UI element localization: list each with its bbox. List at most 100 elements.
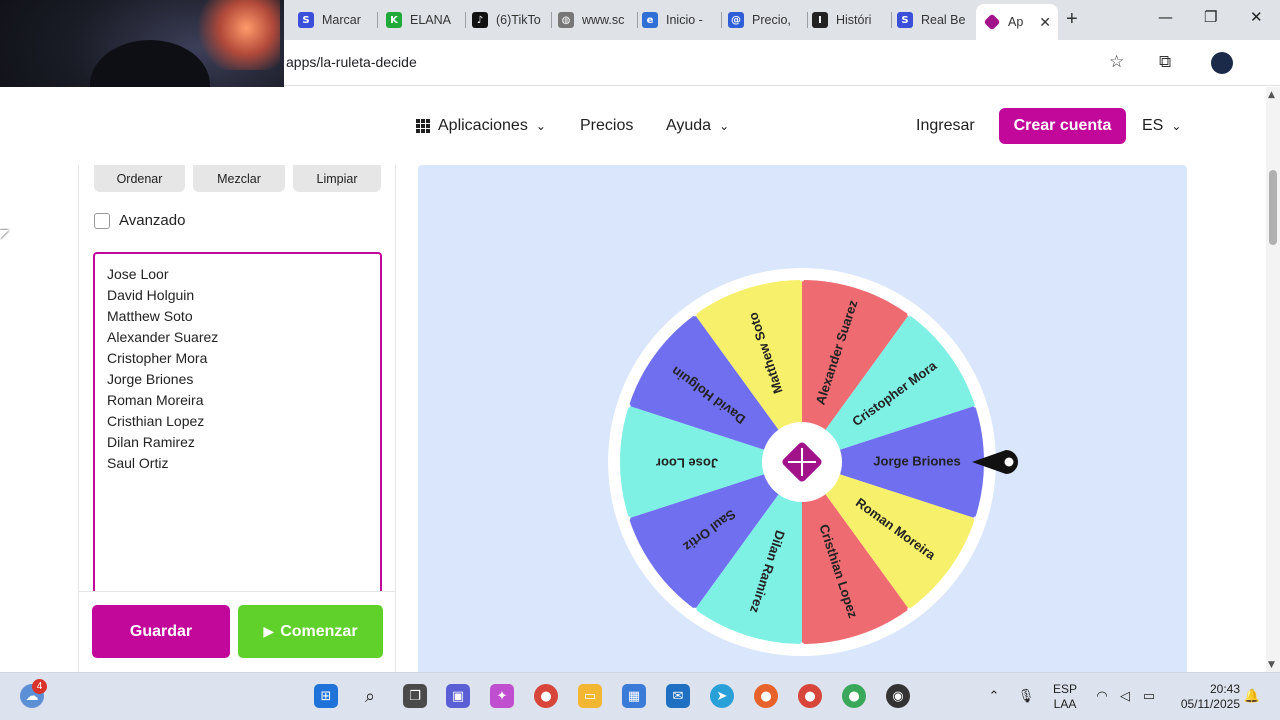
- advanced-toggle[interactable]: Avanzado: [94, 212, 185, 229]
- nav-apps[interactable]: Aplicaciones ⌄: [416, 117, 546, 135]
- chat-icon[interactable]: ▣: [446, 684, 470, 708]
- tab-favicon-icon: @: [728, 12, 744, 28]
- profile-avatar[interactable]: [1211, 52, 1233, 74]
- minimize-icon[interactable]: —: [1158, 8, 1173, 26]
- windows-start-icon[interactable]: ⊞: [314, 684, 338, 708]
- site-header: Aplicaciones ⌄ Precios Ayuda ⌄ Ingresar …: [0, 87, 1266, 165]
- nav-help[interactable]: Ayuda ⌄: [666, 117, 729, 135]
- tab-separator: [551, 12, 552, 28]
- browser-tab[interactable]: S Real Be: [897, 6, 977, 34]
- restore-icon[interactable]: ❐: [1204, 8, 1217, 26]
- wheel-segment-label: Jose Loor: [656, 456, 718, 471]
- tab-separator: [721, 12, 722, 28]
- play-icon: ▶: [263, 623, 275, 640]
- advanced-checkbox[interactable]: [94, 212, 110, 229]
- tab-separator: [891, 12, 892, 28]
- tab-label: ELANA: [410, 13, 451, 27]
- tab-separator: [637, 12, 638, 28]
- tab-label: Históri: [836, 13, 872, 27]
- chrome-profile-icon[interactable]: ●: [842, 684, 866, 708]
- name-line: Cristopher Mora: [107, 350, 208, 366]
- advanced-label: Avanzado: [119, 212, 186, 229]
- tab-label: (6)TikTo: [496, 13, 541, 27]
- tab-favicon-icon: e: [642, 12, 658, 28]
- tray-chevron-up-icon[interactable]: ⌃: [982, 684, 1006, 708]
- browser-tab[interactable]: S Marcar: [298, 6, 378, 34]
- clock[interactable]: 20:43 05/11/2025: [1168, 682, 1240, 712]
- new-tab-icon[interactable]: +: [1066, 8, 1078, 31]
- url-field[interactable]: apps/la-ruleta-decide: [286, 54, 417, 70]
- wheel-peg: [800, 642, 804, 647]
- browser-tab[interactable]: @ Precio,: [728, 6, 808, 34]
- close-window-icon[interactable]: ✕: [1250, 8, 1263, 26]
- roulette-wheel[interactable]: Jorge BrionesRoman MoreiraCristhian Lope…: [608, 268, 1028, 660]
- firefox-icon[interactable]: ●: [754, 684, 778, 708]
- nav-apps-label: Aplicaciones: [438, 117, 528, 134]
- language-selector[interactable]: ES ⌄: [1142, 117, 1181, 135]
- login-link[interactable]: Ingresar: [916, 117, 975, 135]
- tab-favicon-icon: S: [897, 12, 913, 28]
- scroll-down-icon[interactable]: ▼: [1268, 660, 1275, 670]
- wheel-peg: [800, 277, 804, 282]
- start-button-label: Comenzar: [280, 622, 358, 640]
- shuffle-button[interactable]: Mezclar: [193, 165, 285, 192]
- store-icon[interactable]: ▦: [622, 684, 646, 708]
- scroll-up-icon[interactable]: ▲: [1268, 90, 1275, 100]
- name-line: Alexander Suarez: [107, 329, 219, 345]
- chrome-active-icon[interactable]: ●: [798, 684, 822, 708]
- search-icon[interactable]: ⌕: [358, 684, 382, 708]
- microphone-icon[interactable]: 🎙: [1014, 684, 1038, 708]
- chevron-down-icon: ⌄: [719, 119, 730, 133]
- browser-tab[interactable]: ♪ (6)TikTo: [472, 6, 552, 34]
- nav-help-label: Ayuda: [666, 117, 712, 134]
- wheel-peg: [907, 607, 912, 612]
- clear-button[interactable]: Limpiar: [293, 165, 381, 192]
- language-line-1: ESP: [1052, 682, 1077, 696]
- outlook-icon[interactable]: ✉: [666, 684, 690, 708]
- wheel-segment-label: Jorge Briones: [873, 453, 960, 468]
- names-textarea[interactable]: Jose Loor David Holguin Matthew Soto Alexan…: [93, 252, 382, 592]
- name-line: David Holguin: [107, 287, 195, 303]
- pointer-dot: [1004, 457, 1014, 467]
- file-explorer-icon[interactable]: ▭: [578, 684, 602, 708]
- scrollbar-thumb[interactable]: [1269, 170, 1277, 245]
- wheel-peg: [692, 312, 697, 317]
- close-tab-icon[interactable]: ✕: [1039, 14, 1051, 31]
- browser-tab[interactable]: e Inicio -: [642, 6, 722, 34]
- language-indicator[interactable]: ESP LAA: [1050, 682, 1080, 712]
- notifications-icon[interactable]: 🔔: [1240, 684, 1264, 708]
- tab-favicon-icon: I: [812, 12, 828, 28]
- browser-tab[interactable]: K ELANA: [386, 6, 466, 34]
- task-view-icon[interactable]: ❐: [403, 684, 427, 708]
- extensions-icon[interactable]: ⧉: [1159, 52, 1171, 72]
- save-button[interactable]: Guardar: [92, 605, 230, 658]
- tab-active[interactable]: Ap ✕: [976, 4, 1058, 40]
- tab-label: Marcar: [322, 13, 361, 27]
- tab-favicon-icon: ♪: [472, 12, 488, 28]
- name-line: Jose Loor: [107, 266, 169, 282]
- chrome-icon[interactable]: ●: [534, 684, 558, 708]
- wheel-peg: [626, 403, 631, 408]
- volume-muted-icon[interactable]: ◁: [1113, 684, 1137, 708]
- bookmark-star-icon[interactable]: ☆: [1109, 52, 1124, 72]
- wifi-icon[interactable]: ◠: [1090, 684, 1114, 708]
- app-favicon-icon: [983, 13, 1001, 31]
- name-line: Dilan Ramirez: [107, 434, 195, 450]
- telegram-icon[interactable]: ➤: [710, 684, 734, 708]
- obs-icon[interactable]: ◉: [886, 684, 910, 708]
- nav-pricing[interactable]: Precios: [580, 117, 633, 135]
- start-button[interactable]: ▶ Comenzar: [238, 605, 383, 658]
- create-account-button[interactable]: Crear cuenta: [999, 108, 1126, 144]
- copilot-icon[interactable]: ✦: [490, 684, 514, 708]
- sort-button[interactable]: Ordenar: [94, 165, 185, 192]
- chevron-down-icon: ⌄: [1171, 119, 1182, 133]
- tab-label: Inicio -: [666, 13, 703, 27]
- wheel-peg: [973, 516, 978, 521]
- name-line: Saul Ortiz: [107, 455, 169, 471]
- browser-tab[interactable]: ◍ www.sc: [558, 6, 638, 34]
- tab-label: Real Be: [921, 13, 966, 27]
- browser-tab[interactable]: I Históri: [812, 6, 892, 34]
- battery-icon[interactable]: ▭: [1137, 684, 1161, 708]
- tab-favicon-icon: S: [298, 12, 314, 28]
- clock-date: 05/11/2025: [1180, 697, 1240, 711]
